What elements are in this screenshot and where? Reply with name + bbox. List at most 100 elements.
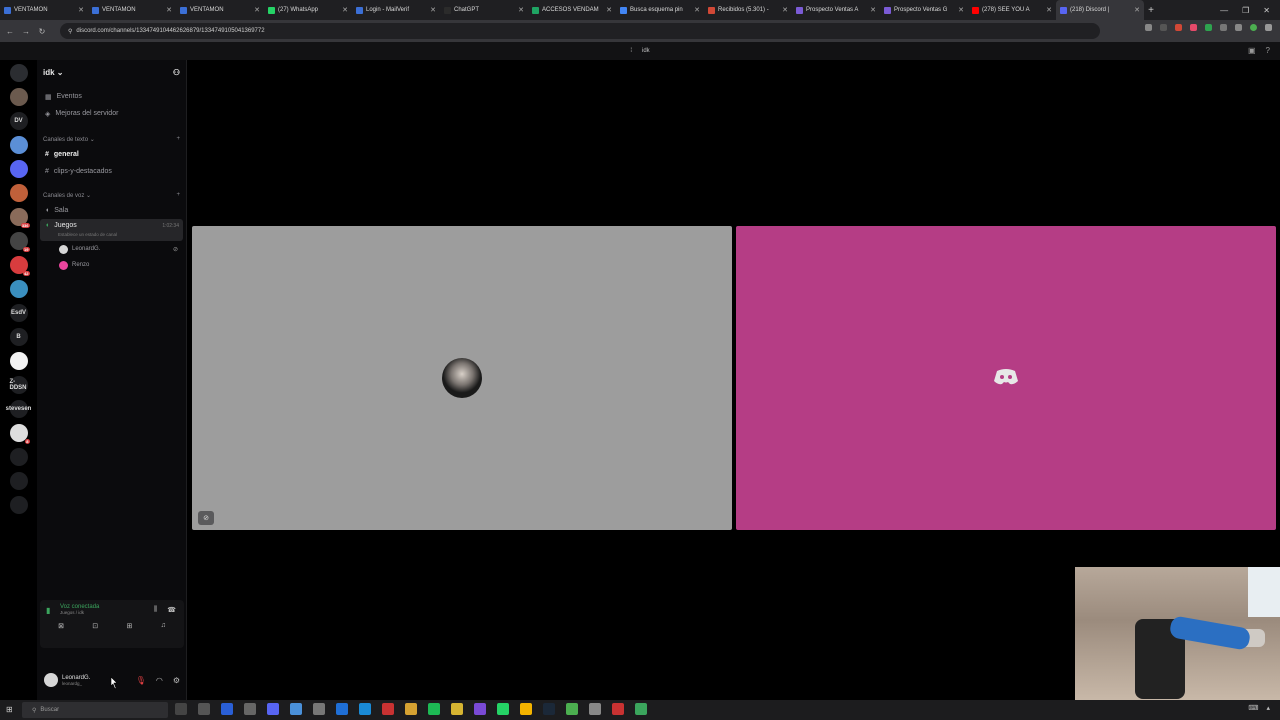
app-icon[interactable] [313,703,325,715]
disconnect-icon[interactable]: ☎ [167,606,176,614]
back-icon[interactable]: ← [4,27,16,36]
close-tab-icon[interactable]: ✕ [1134,6,1140,14]
signal-icon[interactable]: ▮ [46,606,50,615]
server-header[interactable]: idk ⌄ ⚇ [37,60,186,84]
address-bar[interactable]: ⚲ discord.com/channels/13347491044626268… [60,23,1100,39]
server-avatar-1[interactable] [9,88,28,106]
extension-icon[interactable] [1160,24,1167,31]
app-icon[interactable] [589,703,601,715]
server-avatar-3[interactable] [9,160,28,178]
camera-off-icon[interactable]: ⊠ [58,622,64,630]
taskbar-search[interactable]: ⚲ Buscar [22,702,168,718]
browser-tab[interactable]: (278) SEE YOU A ✕ [968,0,1056,20]
app-icon[interactable] [221,703,233,715]
server-avatar-4[interactable] [9,184,28,202]
sidebar-item-mejoras[interactable]: ◈ Mejoras del servidor [37,105,186,122]
server-dv[interactable]: DV [9,112,28,130]
channel-clips-y-destacados[interactable]: # clips-y-destacados [37,163,186,180]
noise-suppression-icon[interactable]: ⫼ [154,606,157,614]
close-tab-icon[interactable]: ✕ [342,6,348,14]
channel-status-placeholder[interactable]: Establece un estado de canal [58,232,117,237]
site-info-icon[interactable]: ⚲ [68,28,72,35]
browser-tab[interactable]: VENTAMON ✕ [0,0,88,20]
avatar[interactable] [44,673,58,687]
server-avatar-5[interactable]: 336 [9,208,30,228]
close-tab-icon[interactable]: ✕ [1046,6,1052,14]
reload-icon[interactable]: ↻ [36,27,48,36]
participant-tile-renzo[interactable] [736,226,1276,530]
voice-channel-sala[interactable]: ◖ Sala [37,202,186,219]
server-stevesen[interactable]: stevesen [6,400,31,418]
browser-tab[interactable]: (218) Discord | ✕ [1056,0,1144,20]
new-tab-button[interactable]: + [1144,5,1158,16]
app-icon[interactable] [405,703,417,715]
steam-icon[interactable] [543,703,555,715]
close-tab-icon[interactable]: ✕ [606,6,612,14]
server-zddsn[interactable]: Z-DDSN [9,376,28,394]
add-member-icon[interactable]: ⚇ [173,68,180,77]
task-view-icon[interactable] [175,703,187,715]
server-avatar-7[interactable]: 42 [9,256,30,276]
minimize-button[interactable]: — [1220,6,1228,15]
add-channel-icon[interactable]: + [176,192,180,198]
add-server-icon[interactable] [9,448,28,466]
app-icon[interactable] [382,703,394,715]
restore-button[interactable]: ❐ [1242,6,1249,15]
browser-tab[interactable]: ChatGPT ✕ [440,0,528,20]
browser-tab[interactable]: (27) WhatsApp ✕ [264,0,352,20]
channel-general[interactable]: # general [37,146,186,163]
whatsapp-icon[interactable] [497,703,509,715]
bookmark-star-icon[interactable] [1145,24,1152,31]
browser-tab[interactable]: Busca esquema pin ✕ [616,0,704,20]
kebab-menu-icon[interactable] [1265,24,1272,31]
close-tab-icon[interactable]: ✕ [78,6,84,14]
participant-tile-leonardg[interactable]: ⊘ [192,226,732,530]
app-icon[interactable] [290,703,302,715]
chrome-icon[interactable] [520,703,532,715]
text-category[interactable]: Canales de texto ⌄ + [37,132,186,146]
browser-tab[interactable]: Prospecto Ventas G ✕ [880,0,968,20]
server-esdv[interactable]: EsdV [9,304,28,322]
download-icon[interactable] [9,496,28,514]
tray-icon[interactable]: ▴ [1266,704,1270,712]
server-avatar-2[interactable] [9,136,28,154]
close-window-button[interactable]: ✕ [1263,6,1270,15]
close-tab-icon[interactable]: ✕ [782,6,788,14]
browser-tab[interactable]: Login - MailVerif ✕ [352,0,440,20]
extension-icon[interactable] [1220,24,1227,31]
help-icon[interactable]: ? [1266,46,1270,55]
browser-tab[interactable]: Recibidos (5.301) - ✕ [704,0,792,20]
browser-tab[interactable]: VENTAMON ✕ [176,0,264,20]
browser-tab[interactable]: ACCESOS VENDAM ✕ [528,0,616,20]
extension-icon[interactable] [1190,24,1197,31]
keyboard-icon[interactable]: ⌨ [1248,704,1258,712]
browser-tab[interactable]: Prospecto Ventas A ✕ [792,0,880,20]
forward-icon[interactable]: → [20,27,32,36]
voice-category[interactable]: Canales de voz ⌄ + [37,188,186,202]
server-avatar-6[interactable]: 19 [9,232,30,252]
server-avatar-8[interactable] [9,280,28,298]
extension-icon[interactable] [1175,24,1182,31]
close-tab-icon[interactable]: ✕ [694,6,700,14]
screen-share-icon[interactable]: ⊡ [92,622,98,630]
extensions-menu-icon[interactable] [1235,24,1242,31]
close-tab-icon[interactable]: ✕ [870,6,876,14]
edge-icon[interactable] [359,703,371,715]
app-icon[interactable] [612,703,624,715]
mute-mic-icon[interactable]: 🎙 [136,676,146,685]
server-avatar-9[interactable] [9,352,28,370]
activities-icon[interactable]: ⊞ [126,622,132,630]
file-explorer-icon[interactable] [451,703,463,715]
chrome-icon[interactable] [566,703,578,715]
app-icon[interactable] [336,703,348,715]
add-channel-icon[interactable]: + [176,136,180,142]
voice-user-renzo[interactable]: Renzo [37,257,186,273]
app-icon[interactable] [474,703,486,715]
explore-icon[interactable] [9,472,28,490]
app-icon[interactable] [244,703,256,715]
app-icon[interactable] [198,703,210,715]
discord-app-icon[interactable] [267,703,279,715]
close-tab-icon[interactable]: ✕ [166,6,172,14]
voice-channel-juegos[interactable]: ◖ Juegos 1:02:34 Establece un estado de … [40,219,183,241]
app-icon[interactable] [635,703,647,715]
